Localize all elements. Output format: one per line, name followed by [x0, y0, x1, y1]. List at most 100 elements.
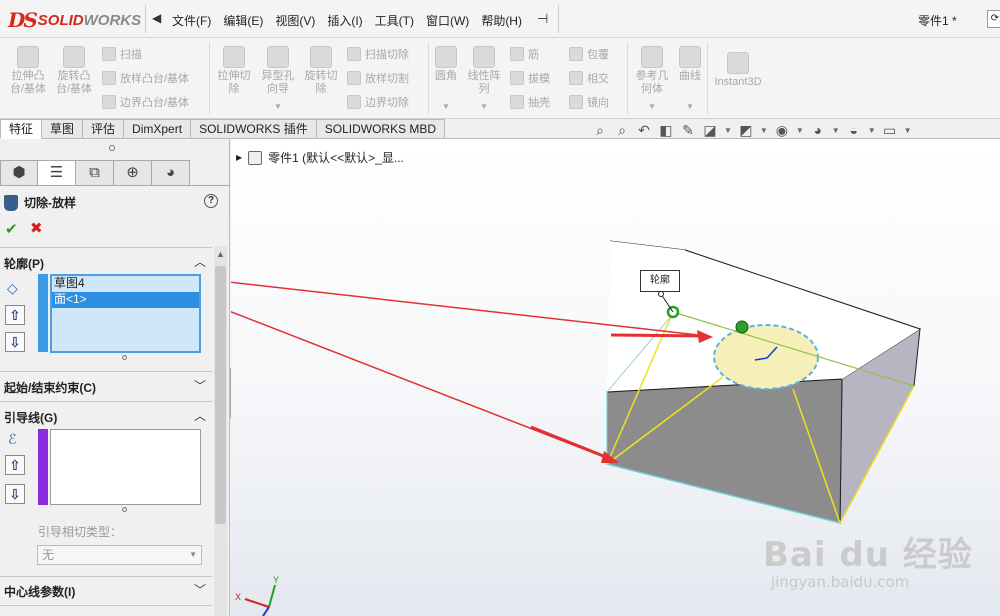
menu-edit[interactable]: 编辑(E) [223, 12, 263, 29]
centerline-section-title[interactable]: 中心线参数(I) [4, 583, 75, 600]
boundary-cut-button[interactable]: 边界切除 [347, 94, 409, 110]
sweep-cut-button[interactable]: 扫描切除 [347, 46, 409, 62]
extrude-cut-button[interactable]: 拉伸切 除 [214, 46, 254, 96]
guide-move-up-button[interactable]: ⇧ [5, 455, 25, 475]
display-style-icon[interactable]: ◩ [738, 122, 754, 138]
instant3d-button[interactable]: Instant3D [712, 52, 764, 89]
panel-grip-icon[interactable] [109, 145, 115, 151]
reference-geometry-dropdown-icon[interactable]: ▼ [648, 102, 656, 111]
scroll-thumb[interactable] [215, 266, 226, 524]
cut-loft-icon [4, 194, 18, 211]
rib-button[interactable]: 筋 [510, 46, 539, 62]
revolve-boss-button[interactable]: 旋转凸 台/基体 [52, 46, 96, 96]
menu-window[interactable]: 窗口(W) [426, 12, 469, 29]
menu-file[interactable]: 文件(F) [172, 12, 211, 29]
hole-wizard-button[interactable]: 异型孔 向导 [256, 46, 300, 96]
guide-collapse-icon[interactable]: ︿ [194, 407, 206, 424]
reference-geometry-button[interactable]: 参考几 何体 [632, 46, 672, 96]
scroll-up-icon[interactable]: ▲ [216, 249, 225, 259]
triad-y-axis [268, 584, 276, 608]
guide-resize-grip-icon[interactable] [122, 507, 127, 512]
guide-section-title[interactable]: 引导线(G) [4, 409, 57, 426]
solidworks-logo[interactable]: DS SOLIDWORKS [8, 8, 141, 32]
revolve-cut-icon [310, 46, 332, 68]
tab-sketch[interactable]: 草图 [42, 119, 84, 139]
pattern-dropdown-icon[interactable]: ▼ [480, 102, 488, 111]
curves-dropdown-icon[interactable]: ▼ [686, 102, 694, 111]
baidu-watermark: Bai du 经验 [763, 535, 973, 575]
previous-view-icon[interactable]: ↶ [636, 122, 652, 138]
fillet-dropdown-icon[interactable]: ▼ [442, 102, 450, 111]
list-item-sketch4[interactable]: 草图4 [52, 276, 199, 292]
start-end-expand-icon[interactable]: ﹀ [194, 377, 206, 394]
extrude-boss-button[interactable]: 拉伸凸 台/基体 [6, 46, 50, 96]
curves-button[interactable]: 曲线 [676, 46, 704, 83]
view-orientation-icon[interactable]: ◪ [702, 122, 718, 138]
dimxpert-manager-tab-icon[interactable]: ⊕ [114, 160, 152, 186]
triad-z-axis [262, 606, 270, 616]
intersect-button[interactable]: 相交 [569, 70, 609, 86]
guide-move-down-button[interactable]: ⇩ [5, 484, 25, 504]
view-settings-icon[interactable]: ▭ [882, 122, 898, 138]
centerline-expand-icon[interactable]: ﹀ [194, 581, 206, 598]
menu-view[interactable]: 视图(V) [275, 12, 315, 29]
mirror-button[interactable]: 镜向 [569, 94, 609, 110]
search-expand-button[interactable]: ⟳ [987, 10, 1000, 28]
circle-profile-sketch[interactable] [713, 324, 819, 390]
profile-collapse-icon[interactable]: ︿ [194, 253, 206, 270]
profile-resize-grip-icon[interactable] [122, 355, 127, 360]
draft-button[interactable]: 拔模 [510, 70, 550, 86]
fillet-button[interactable]: 圆角 [431, 46, 461, 83]
tab-features[interactable]: 特征 [0, 119, 43, 139]
zoom-to-area-icon[interactable]: ⌕ [614, 122, 630, 138]
help-icon[interactable]: ? [204, 194, 218, 208]
box-front-face[interactable] [606, 378, 843, 524]
linear-pattern-button[interactable]: 线性阵 列 [464, 46, 504, 96]
profile-list[interactable]: 草图4 面<1> [50, 274, 201, 353]
move-down-button[interactable]: ⇩ [5, 332, 25, 352]
profile-callout-label[interactable]: 轮廓 [640, 270, 680, 292]
move-up-button[interactable]: ⇧ [5, 305, 25, 325]
menu-tools[interactable]: 工具(T) [375, 12, 414, 29]
hole-wizard-dropdown-icon[interactable]: ▼ [274, 102, 282, 111]
loft-boss-button[interactable]: 放样凸台/基体 [102, 70, 189, 86]
ok-button[interactable]: ✔ [5, 220, 18, 238]
menu-collapse-arrow-icon[interactable]: ◀ [152, 11, 161, 25]
panel-scrollbar[interactable]: ▲ [214, 246, 227, 616]
boundary-boss-button[interactable]: 边界凸台/基体 [102, 94, 189, 110]
start-end-section-title[interactable]: 起始/结束约束(C) [4, 379, 96, 396]
feature-title: 切除-放样 [24, 196, 76, 210]
apply-scene-icon[interactable]: ◒ [846, 122, 862, 138]
hide-show-items-icon[interactable]: ◉ [774, 122, 790, 138]
revolve-cut-button[interactable]: 旋转切 除 [301, 46, 341, 96]
profile-section-title[interactable]: 轮廓(P) [4, 255, 44, 272]
tab-solidworks-addins[interactable]: SOLIDWORKS 插件 [191, 119, 317, 139]
sweep-button[interactable]: 扫描 [102, 46, 142, 62]
feature-manager-tab-icon[interactable]: ⬢ [0, 160, 38, 186]
configuration-manager-tab-icon[interactable]: ⧉ [76, 160, 114, 186]
guide-curves-list[interactable] [50, 429, 201, 505]
tab-solidworks-mbd[interactable]: SOLIDWORKS MBD [316, 119, 446, 139]
display-manager-tab-icon[interactable]: ◕ [152, 160, 190, 186]
pin-icon[interactable]: ⊣ [537, 11, 548, 27]
loft-cut-button[interactable]: 放样切割 [347, 70, 409, 86]
draft-icon [510, 71, 524, 85]
boundary-cut-icon [347, 95, 361, 109]
tab-evaluate[interactable]: 评估 [83, 119, 125, 139]
list-item-face1[interactable]: 面<1> [52, 292, 199, 308]
tab-dimxpert[interactable]: DimXpert [124, 119, 192, 139]
edit-appearance-icon[interactable]: ◕ [810, 122, 826, 138]
menu-bar: 文件(F) 编辑(E) 视图(V) 插入(I) 工具(T) 窗口(W) 帮助(H… [172, 12, 522, 29]
property-manager-tab-icon[interactable]: ☰ [38, 160, 76, 186]
guide-tangency-select[interactable]: 无 ▼ [37, 545, 202, 565]
shell-button[interactable]: 抽壳 [510, 94, 550, 110]
menu-insert[interactable]: 插入(I) [327, 12, 362, 29]
menu-help[interactable]: 帮助(H) [481, 12, 522, 29]
cancel-button[interactable]: ✖ [30, 219, 43, 237]
zoom-to-fit-icon[interactable]: ⌕ [592, 122, 608, 138]
connector-point-icon[interactable] [735, 320, 749, 334]
section-view-icon[interactable]: ◧ [658, 122, 674, 138]
wrap-button[interactable]: 包覆 [569, 46, 609, 62]
dynamic-annotation-icon[interactable]: ✎ [680, 122, 696, 138]
graphics-viewport[interactable]: ▶ 零件1 (默认<<默认>_显... Y X 轮廓 Bai du 经验 jin… [231, 139, 1000, 616]
